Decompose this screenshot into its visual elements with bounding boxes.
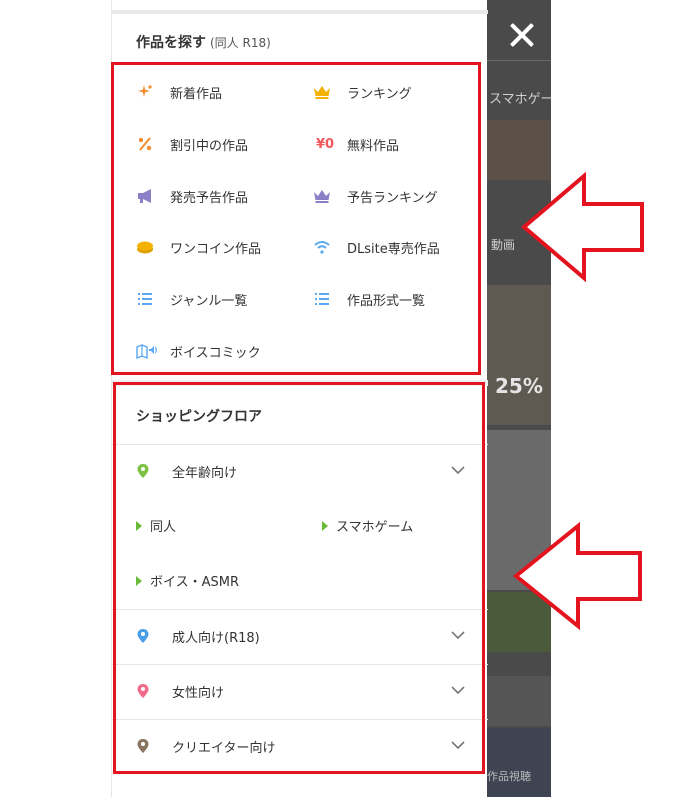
- chevron-down-icon[interactable]: [450, 682, 466, 698]
- list-icon: [136, 290, 154, 308]
- bg-image-1: [487, 285, 551, 425]
- menu-item-ranking[interactable]: ランキング: [313, 80, 412, 104]
- menu-item-voice-comic[interactable]: ボイスコミック: [136, 339, 261, 363]
- search-title-sub: (同人 R18): [210, 36, 271, 50]
- menu-item-label: ジャンル一覧: [170, 293, 248, 309]
- menu-item-label: 無料作品: [347, 138, 400, 154]
- chevron-down-icon[interactable]: [450, 737, 466, 753]
- pin-brown-icon: [136, 738, 150, 754]
- voice-comic-icon: [136, 342, 158, 360]
- shopping-floor-title: ショッピングフロア: [136, 409, 262, 425]
- floor-creator[interactable]: クリエイター向け: [112, 719, 488, 773]
- menu-item-label: 予告ランキング: [347, 190, 438, 206]
- floor-label: クリエイター向け: [172, 740, 276, 756]
- section-separator: [112, 380, 488, 386]
- floor-all-ages[interactable]: 全年齢向け: [112, 444, 488, 498]
- menu-item-new[interactable]: 新着作品: [136, 80, 222, 104]
- yen-zero-icon: ¥0: [315, 136, 335, 152]
- menu-item-label: 新着作品: [170, 86, 223, 102]
- bg-banner: [487, 120, 551, 180]
- menu-item-label: 割引中の作品: [170, 138, 249, 154]
- pin-pink-icon: [136, 683, 150, 699]
- bg-text-watch: 作品視聴: [487, 770, 531, 783]
- top-rule: [112, 10, 488, 14]
- menu-item-exclusive[interactable]: DLsite専売作品: [313, 235, 440, 259]
- menu-item-label: ランキング: [347, 86, 412, 102]
- menu-item-genre-list[interactable]: ジャンル一覧: [136, 287, 247, 311]
- menu-item-label: ワンコイン作品: [170, 241, 262, 257]
- floor-link-label: ボイス・ASMR: [150, 575, 240, 590]
- bg-image-2: [487, 430, 551, 590]
- menu-item-upcoming-ranking[interactable]: 予告ランキング: [313, 184, 438, 208]
- discount-icon: [136, 135, 154, 153]
- close-button[interactable]: [500, 14, 544, 58]
- floor-label: 全年齢向け: [172, 465, 238, 481]
- bg-text-percent: 25%: [495, 374, 543, 398]
- bg-button: [487, 676, 551, 726]
- bg-divider: [487, 60, 551, 61]
- floor-link-voice-asmr[interactable]: ボイス・ASMR: [136, 571, 239, 590]
- menu-item-one-coin[interactable]: ワンコイン作品: [136, 235, 261, 259]
- chevron-down-icon[interactable]: [450, 462, 466, 478]
- menu-drawer: 作品を探す (同人 R18) 新着作品 ランキング 割引中の作品 ¥0 無料作品 …: [111, 0, 488, 797]
- menu-item-discount[interactable]: 割引中の作品: [136, 132, 248, 156]
- wifi-icon: [313, 238, 331, 256]
- list-icon: [313, 290, 331, 308]
- sparkle-icon: [136, 83, 154, 101]
- triangle-right-icon: [136, 575, 142, 586]
- floor-female[interactable]: 女性向け: [112, 664, 488, 718]
- floor-link-smartphone-game[interactable]: スマホゲーム: [322, 516, 413, 535]
- floor-label: 女性向け: [172, 685, 225, 701]
- floor-link-label: スマホゲーム: [336, 520, 414, 535]
- menu-item-label: DLsite専売作品: [347, 241, 440, 257]
- menu-item-upcoming[interactable]: 発売予告作品: [136, 184, 248, 208]
- bg-image-3: [487, 592, 551, 652]
- search-title-text: 作品を探す: [136, 35, 206, 51]
- floor-label: 成人向け(R18): [172, 630, 260, 646]
- background-page: スマホゲー 動画 25% 作品視聴: [487, 0, 551, 797]
- menu-item-label: 発売予告作品: [170, 190, 249, 206]
- triangle-right-icon: [322, 520, 328, 531]
- menu-item-free[interactable]: ¥0 無料作品: [313, 132, 399, 156]
- menu-item-label: ボイスコミック: [170, 345, 261, 361]
- megaphone-icon: [136, 187, 154, 205]
- search-section-title: 作品を探す (同人 R18): [136, 32, 271, 52]
- crown-purple-icon: [313, 187, 331, 205]
- bg-footer: [487, 728, 551, 797]
- floor-adult[interactable]: 成人向け(R18): [112, 609, 488, 663]
- menu-item-label: 作品形式一覧: [347, 293, 426, 309]
- pin-green-icon: [136, 463, 150, 479]
- bg-text-video: 動画: [491, 238, 516, 252]
- menu-item-format-list[interactable]: 作品形式一覧: [313, 287, 425, 311]
- coin-icon: [136, 238, 154, 256]
- crown-icon: [313, 83, 331, 101]
- pin-blue-icon: [136, 628, 150, 644]
- chevron-down-icon[interactable]: [450, 627, 466, 643]
- triangle-right-icon: [136, 520, 142, 531]
- floor-link-label: 同人: [150, 520, 177, 535]
- floor-link-doujin[interactable]: 同人: [136, 516, 176, 535]
- bg-text-smartphone: スマホゲー: [489, 92, 551, 107]
